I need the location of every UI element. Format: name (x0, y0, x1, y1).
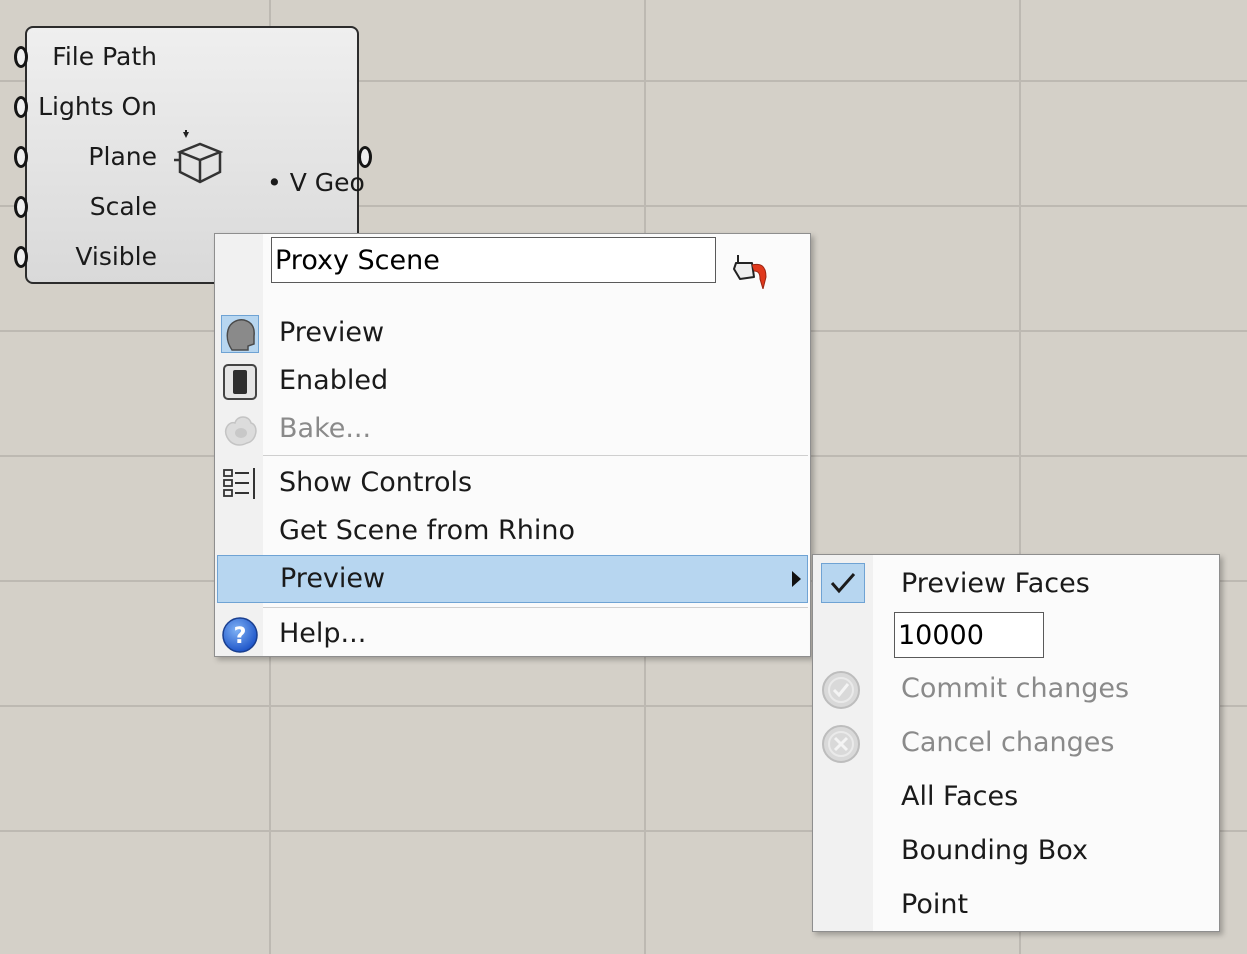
submenu-bounding-box-label: Bounding Box (901, 835, 1088, 866)
submenu-all-faces-label: All Faces (901, 781, 1019, 812)
menu-separator (263, 455, 808, 456)
input-visible-label: Visible (75, 242, 157, 271)
menu-item-help-label: Help... (279, 618, 367, 649)
submenu-item-all-faces[interactable]: All Faces (815, 772, 1217, 822)
menu-item-preview-submenu-label: Preview (280, 563, 386, 594)
checkmark-icon (821, 563, 865, 603)
menu-item-show-controls-label: Show Controls (279, 467, 473, 498)
face-count-input[interactable] (894, 612, 1044, 658)
bake-egg-icon (221, 411, 259, 449)
list-controls-icon (221, 465, 259, 503)
submenu-point-label: Point (901, 889, 969, 920)
menu-item-bake[interactable]: Bake... (217, 406, 808, 452)
submenu-preview-faces-label: Preview Faces (901, 568, 1090, 599)
output-vgeo-label: • V Geo (267, 168, 365, 197)
paint-bucket-icon[interactable] (730, 249, 770, 293)
input-grip-lights-on[interactable] (14, 96, 28, 118)
input-file-path-label: File Path (52, 42, 157, 71)
input-grip-visible[interactable] (14, 246, 28, 268)
commit-check-icon (821, 670, 860, 709)
input-plane-label: Plane (88, 142, 157, 171)
submenu-commit-label: Commit changes (901, 673, 1130, 704)
enabled-switch-icon (221, 363, 259, 401)
input-grip-plane[interactable] (14, 146, 28, 168)
input-grip-file-path[interactable] (14, 46, 28, 68)
submenu-item-preview-faces[interactable]: Preview Faces (815, 559, 1217, 609)
box-with-arrow-icon (172, 130, 228, 190)
context-menu: Preview Enabled Bake... (214, 233, 811, 657)
submenu-item-commit-changes[interactable]: Commit changes (815, 664, 1217, 714)
cancel-x-icon (821, 724, 860, 763)
help-question-icon: ? (221, 616, 259, 654)
output-grip-vgeo[interactable] (358, 146, 372, 168)
submenu-arrow-icon (792, 571, 801, 587)
input-grip-scale[interactable] (14, 196, 28, 218)
menu-item-get-scene-label: Get Scene from Rhino (279, 515, 576, 546)
menu-item-get-scene-from-rhino[interactable]: Get Scene from Rhino (217, 508, 808, 554)
menu-item-enabled-label: Enabled (279, 365, 389, 396)
menu-item-preview-submenu[interactable]: Preview (217, 555, 808, 603)
menu-item-preview[interactable]: Preview (217, 310, 808, 356)
menu-item-help[interactable]: ? Help... (217, 611, 808, 657)
submenu-item-bounding-box[interactable]: Bounding Box (815, 826, 1217, 876)
submenu-item-point[interactable]: Point (815, 880, 1217, 930)
component-name-input[interactable] (271, 237, 716, 283)
input-lights-on-label: Lights On (38, 92, 157, 121)
input-scale-label: Scale (89, 192, 157, 221)
submenu-item-cancel-changes[interactable]: Cancel changes (815, 718, 1217, 768)
preview-submenu: Preview Faces Commit changes Cancel chan… (812, 554, 1220, 932)
svg-text:?: ? (234, 624, 247, 649)
menu-item-enabled[interactable]: Enabled (217, 358, 808, 404)
menu-item-preview-label: Preview (279, 317, 385, 348)
menu-separator (263, 607, 808, 608)
menu-item-bake-label: Bake... (279, 413, 372, 444)
submenu-cancel-label: Cancel changes (901, 727, 1115, 758)
menu-item-show-controls[interactable]: Show Controls (217, 460, 808, 506)
preview-head-icon (221, 315, 259, 353)
